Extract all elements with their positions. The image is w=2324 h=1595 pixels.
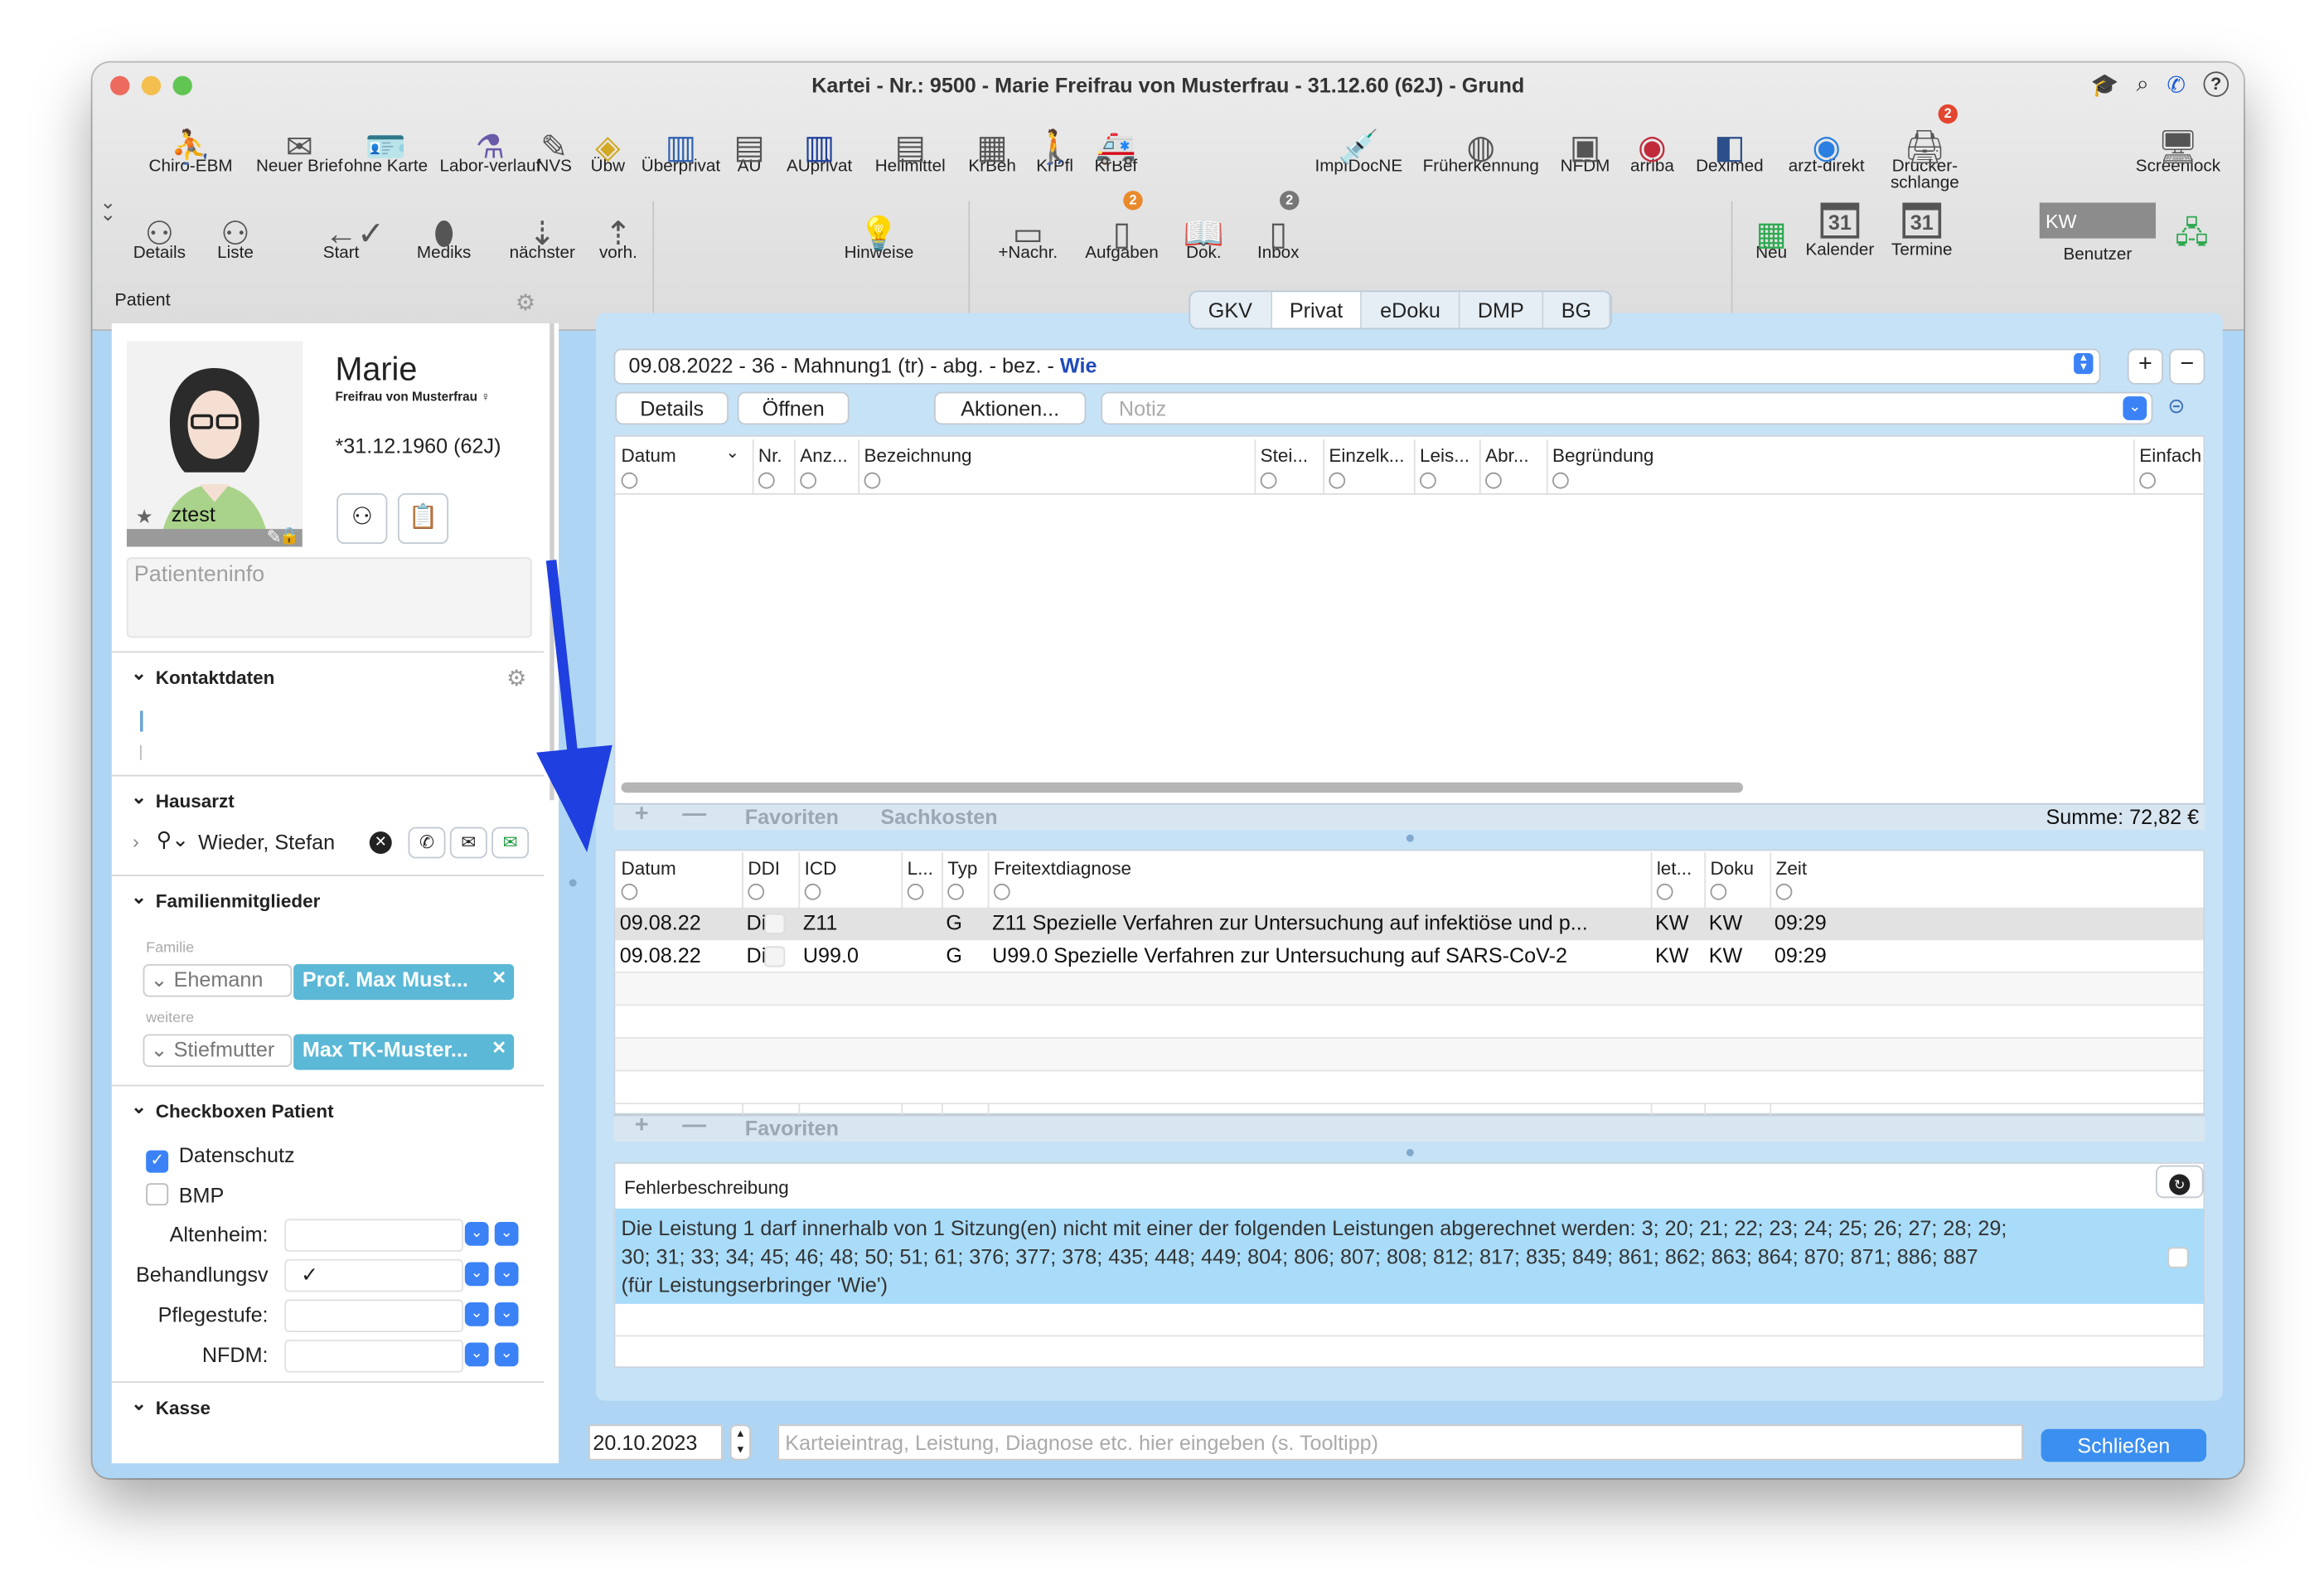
screenshot-root: Kartei - Nr.: 9500 - Marie Freifrau von …	[0, 0, 2324, 1594]
annotation-arrow	[536, 560, 612, 853]
